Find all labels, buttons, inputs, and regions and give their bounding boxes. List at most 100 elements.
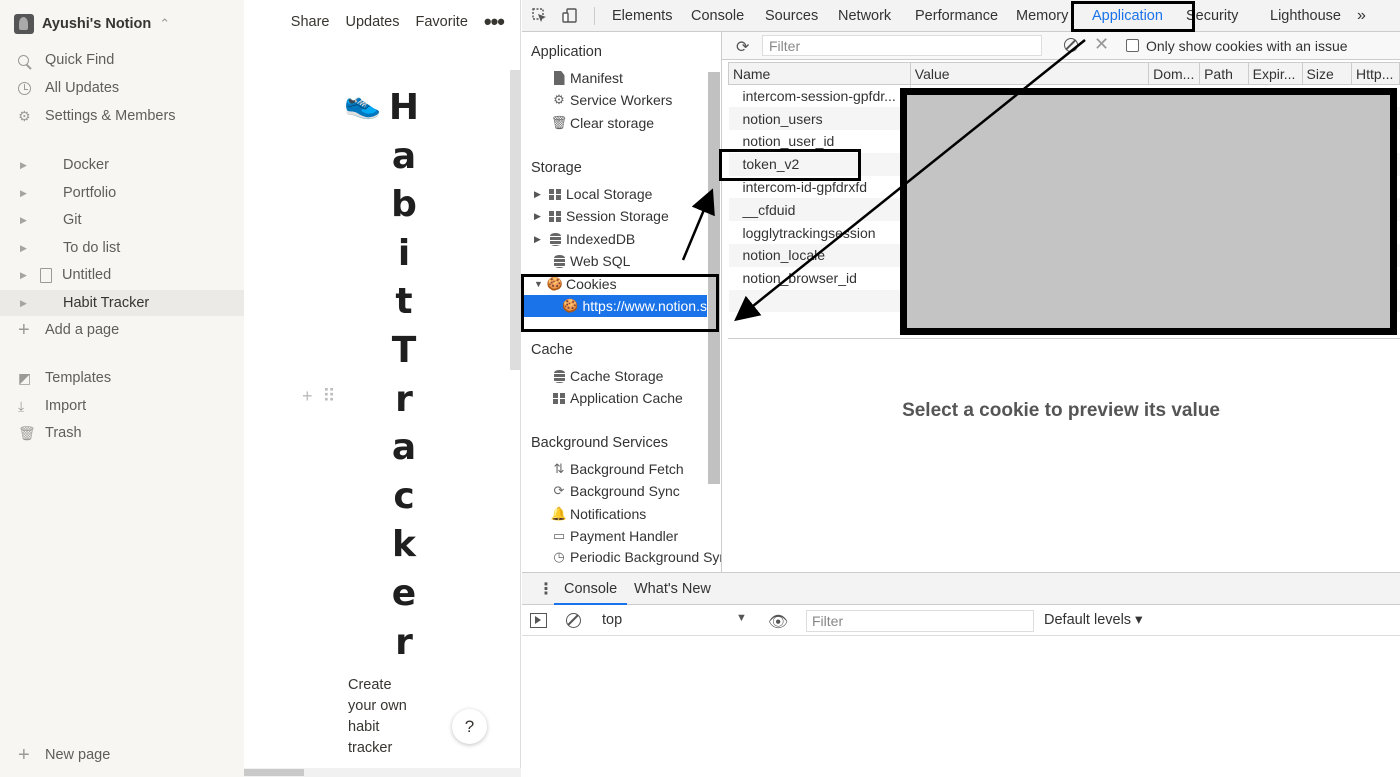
- cookie-name-cell[interactable]: notion_users: [728, 107, 911, 131]
- new-page-button[interactable]: + New page: [0, 742, 244, 768]
- device-toolbar-icon[interactable]: [562, 8, 577, 23]
- expand-triangle-icon[interactable]: ▶: [534, 189, 544, 200]
- sidebar-item-background-fetch[interactable]: ⇅ Background Fetch: [548, 458, 684, 480]
- cookie-name-cell[interactable]: notion_locale: [728, 244, 911, 267]
- sidebar-item-cookies[interactable]: ▼ 🍪 Cookies: [534, 273, 617, 295]
- cookie-name-cell[interactable]: intercom-session-gpfdr...: [728, 84, 911, 108]
- section-header-application[interactable]: Application: [531, 44, 602, 60]
- expand-triangle-icon[interactable]: ▶: [0, 243, 40, 254]
- column-header-name[interactable]: Name: [728, 62, 911, 85]
- tab-network[interactable]: Network: [838, 0, 891, 32]
- section-header-cache[interactable]: Cache: [531, 342, 573, 358]
- help-button[interactable]: ?: [452, 709, 487, 744]
- sidebar-all-updates[interactable]: All Updates: [0, 75, 244, 101]
- collapse-triangle-icon[interactable]: ▼: [534, 279, 544, 289]
- sidebar-quick-find[interactable]: Quick Find: [0, 47, 244, 73]
- column-header-domain[interactable]: Dom...: [1148, 62, 1201, 85]
- expand-triangle-icon[interactable]: ▶: [0, 298, 40, 309]
- expand-triangle-icon[interactable]: ▶: [534, 211, 544, 222]
- sidebar-item-manifest[interactable]: Manifest: [548, 67, 623, 89]
- clear-all-cookies-icon[interactable]: [1064, 38, 1078, 52]
- page-scrollbar[interactable]: [510, 70, 520, 370]
- expand-triangle-icon[interactable]: ▶: [0, 270, 40, 281]
- share-button[interactable]: Share: [291, 14, 330, 30]
- sidebar-page-portfolio[interactable]: ▶ Portfolio: [0, 180, 244, 206]
- expand-triangle-icon[interactable]: ▶: [0, 188, 40, 199]
- cookie-name-cell[interactable]: notion_browser_id: [728, 266, 911, 290]
- expand-triangle-icon[interactable]: ▶: [0, 160, 40, 171]
- delete-selected-icon[interactable]: ✕: [1094, 34, 1109, 55]
- sidebar-item-notifications[interactable]: 🔔 Notifications: [548, 503, 646, 525]
- clear-console-icon[interactable]: [566, 613, 581, 628]
- tab-application[interactable]: Application: [1092, 0, 1163, 32]
- expand-triangle-icon[interactable]: ▶: [534, 234, 544, 245]
- refresh-icon[interactable]: ⟳: [736, 37, 749, 57]
- sidebar-item-service-workers[interactable]: ⚙ Service Workers: [548, 89, 672, 111]
- sidebar-item-cache-storage[interactable]: Cache Storage: [548, 365, 663, 387]
- sidebar-item-application-cache[interactable]: Application Cache: [548, 387, 683, 409]
- inspect-element-icon[interactable]: [532, 8, 547, 23]
- sidebar-item-session-storage[interactable]: ▶ Session Storage: [534, 205, 669, 227]
- sidebar-item-web-sql[interactable]: Web SQL: [548, 250, 630, 272]
- cookie-name-cell[interactable]: notion_user_id: [728, 130, 911, 153]
- block-handle[interactable]: + ⠿: [302, 386, 336, 407]
- eye-icon[interactable]: 👁: [768, 612, 788, 632]
- tab-lighthouse[interactable]: Lighthouse: [1270, 0, 1341, 32]
- column-header-path[interactable]: Path: [1199, 62, 1249, 85]
- sidebar-item-local-storage[interactable]: ▶ Local Storage: [534, 183, 652, 205]
- more-icon[interactable]: •••: [484, 11, 505, 33]
- page-description[interactable]: Create your own habit tracker: [348, 675, 418, 759]
- sidebar-templates[interactable]: ◩ Templates: [0, 365, 244, 391]
- sidebar-item-payment-handler[interactable]: ▭ Payment Handler: [548, 525, 678, 547]
- column-header-httponly[interactable]: Http...: [1351, 62, 1400, 85]
- favorite-button[interactable]: Favorite: [416, 14, 468, 30]
- cookie-name-cell[interactable]: __cfduid: [728, 198, 911, 222]
- only-issue-label[interactable]: Only show cookies with an issue: [1146, 38, 1348, 54]
- sidebar-page-docker[interactable]: ▶ Docker: [0, 152, 244, 178]
- expand-triangle-icon[interactable]: ▶: [0, 215, 40, 226]
- sidebar-page-untitled[interactable]: ▶ Untitled: [0, 262, 244, 288]
- workspace-switcher[interactable]: Ayushi's Notion ⌃: [14, 12, 170, 36]
- drag-handle-icon[interactable]: ⠿: [323, 386, 336, 407]
- updates-button[interactable]: Updates: [345, 14, 399, 30]
- sidebar-settings[interactable]: ⚙ Settings & Members: [0, 103, 244, 129]
- cookie-name-cell[interactable]: logglytrackingsession: [728, 221, 911, 245]
- tab-memory[interactable]: Memory: [1016, 0, 1068, 32]
- page-horizontal-scrollbar[interactable]: [244, 768, 521, 777]
- section-header-storage[interactable]: Storage: [531, 160, 582, 176]
- page-emoji-icon[interactable]: 👟: [344, 86, 381, 121]
- sidebar-import[interactable]: ⤓ Import: [0, 393, 244, 419]
- add-page-button[interactable]: + Add a page: [0, 317, 244, 343]
- sidebar-page-git[interactable]: ▶ Git: [0, 207, 244, 233]
- sidebar-item-periodic-background-sync[interactable]: ◷ Periodic Background Sync: [548, 546, 721, 568]
- sidebar-item-clear-storage[interactable]: 🗑 Clear storage: [548, 112, 654, 134]
- tab-performance[interactable]: Performance: [915, 0, 998, 32]
- show-sidebar-icon[interactable]: [530, 613, 547, 628]
- sidebar-page-todo[interactable]: ▶ To do list: [0, 235, 244, 261]
- context-selector[interactable]: top: [602, 612, 622, 628]
- drawer-tab-whats-new[interactable]: What's New: [634, 573, 711, 605]
- tab-console[interactable]: Console: [691, 0, 744, 32]
- plus-icon[interactable]: +: [302, 386, 313, 407]
- sidebar-item-cookie-origin[interactable]: 🍪 https://www.notion.s: [522, 295, 707, 317]
- sidebar-vertical-scrollbar[interactable]: [708, 72, 720, 484]
- cookie-filter-input[interactable]: Filter: [762, 35, 1042, 56]
- cookie-name-cell[interactable]: intercom-id-gpfdrxfd: [728, 175, 911, 199]
- column-header-value[interactable]: Value: [909, 62, 1150, 85]
- drawer-tab-console[interactable]: Console: [553, 573, 628, 605]
- column-header-size[interactable]: Size: [1301, 62, 1353, 85]
- tab-security[interactable]: Security: [1186, 0, 1238, 32]
- sidebar-item-background-sync[interactable]: ⟳ Background Sync: [548, 480, 680, 502]
- only-issue-checkbox[interactable]: [1126, 39, 1139, 52]
- tab-elements[interactable]: Elements: [612, 0, 672, 32]
- cookie-name-cell[interactable]: token_v2: [728, 152, 911, 176]
- sidebar-page-habit-tracker[interactable]: ▶ Habit Tracker: [0, 290, 244, 316]
- tab-sources[interactable]: Sources: [765, 0, 818, 32]
- sidebar-item-indexeddb[interactable]: ▶ IndexedDB: [534, 228, 635, 250]
- log-levels-dropdown[interactable]: Default levels ▾: [1044, 612, 1142, 628]
- page-title[interactable]: H a b i t T r a c k e r: [384, 84, 424, 667]
- section-header-background-services[interactable]: Background Services: [531, 435, 668, 451]
- more-tabs-icon[interactable]: »: [1357, 0, 1366, 32]
- drawer-menu-icon[interactable]: ⋮: [538, 579, 554, 599]
- column-header-expires[interactable]: Expir...: [1247, 62, 1303, 85]
